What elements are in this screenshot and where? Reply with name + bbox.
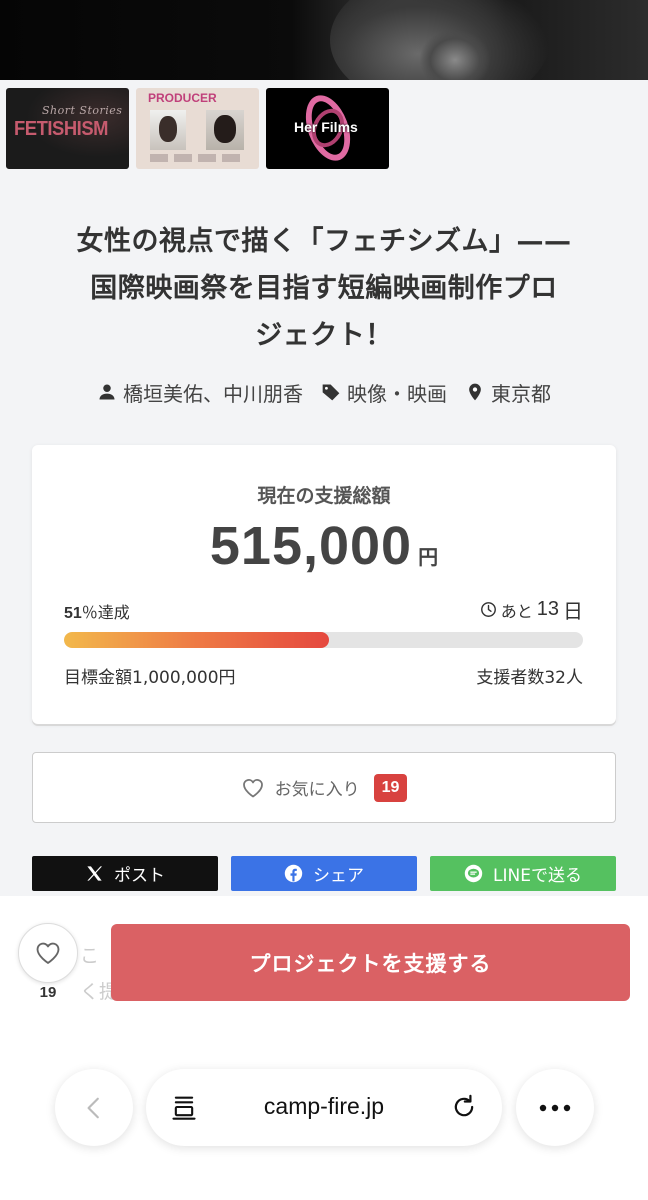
- favorite-count-badge: 19: [373, 773, 408, 802]
- line-icon: [464, 864, 483, 883]
- thumbnail-producer[interactable]: PRODUCER: [136, 88, 259, 169]
- project-category[interactable]: 映像・映画: [321, 378, 447, 407]
- share-x-button[interactable]: ポスト: [32, 856, 218, 891]
- heart-icon: [242, 778, 263, 797]
- producer-photo: [206, 110, 244, 150]
- browser-more-button[interactable]: [516, 1069, 594, 1146]
- more-icon: [539, 1104, 571, 1111]
- project-title-line: 国際映画祭を目指す短編映画制作プロ: [90, 273, 558, 304]
- favorite-heart-count: 19: [39, 984, 57, 1001]
- project-title: 女性の視点で描く「フェチシズム」—— 国際映画祭を目指す短編映画制作プロ ジェク…: [20, 218, 628, 359]
- project-category-text: 映像・映画: [347, 381, 447, 406]
- thumbnail-title: Her Films: [294, 119, 358, 135]
- favorite-heart-button[interactable]: [18, 923, 78, 983]
- funding-amount-value: 515,000: [209, 516, 413, 576]
- favorite-button[interactable]: お気に入り 19: [32, 752, 616, 823]
- clock-icon: [480, 602, 496, 617]
- facebook-icon: [284, 864, 303, 883]
- obscured-text-line: こ: [80, 945, 100, 967]
- project-owners-text: 橋垣美佑、中川朋香: [123, 381, 303, 406]
- hero-shape: [420, 30, 490, 80]
- share-facebook-button[interactable]: シェア: [231, 856, 417, 891]
- share-facebook-label: シェア: [313, 866, 364, 886]
- thumbnail-title: FETISHISM: [14, 118, 108, 140]
- project-location-text: 東京都: [491, 381, 551, 406]
- remaining-prefix: あと: [500, 601, 533, 621]
- x-logo-icon: [87, 866, 103, 881]
- user-icon: [99, 384, 115, 400]
- remaining-days: 13: [536, 598, 559, 620]
- browser-back-button[interactable]: [55, 1069, 133, 1146]
- share-x-label: ポスト: [114, 866, 165, 886]
- browser-address-bar[interactable]: camp-fire.jp: [146, 1069, 502, 1146]
- remaining-suffix: 日: [563, 601, 583, 623]
- goal-amount: 目標金額1,000,000円: [64, 668, 236, 688]
- sticky-support-bar: こ く提 19 プロジェクトを支援する: [0, 896, 648, 1200]
- project-title-line: 女性の視点で描く「フェチシズム」——: [76, 226, 572, 257]
- heart-icon: [36, 942, 60, 964]
- thumbnail-fetishism[interactable]: Short Stories FETISHISM: [6, 88, 129, 169]
- progress-bar: [64, 632, 583, 648]
- funding-label: 現在の支援総額: [257, 485, 391, 507]
- backer-count: 支援者数32人: [476, 668, 583, 688]
- funding-currency: 円: [418, 545, 439, 569]
- producer-photo: [150, 110, 186, 150]
- thumbnail-title: PRODUCER: [148, 91, 217, 105]
- thumbnail-caption-lines: [150, 154, 246, 162]
- favorite-label: お気に入り: [274, 780, 360, 800]
- project-owners[interactable]: 橋垣美佑、中川朋香: [97, 378, 303, 407]
- tag-icon: [322, 384, 340, 401]
- project-location[interactable]: 東京都: [465, 378, 551, 407]
- thumbnail-script-text: Short Stories: [42, 104, 123, 117]
- funding-percent-value: 51: [64, 605, 82, 622]
- project-title-line: ジェクト！: [255, 320, 393, 351]
- share-line-button[interactable]: LINEで送る: [430, 856, 616, 891]
- support-project-button[interactable]: プロジェクトを支援する: [111, 924, 630, 1001]
- reload-icon[interactable]: [450, 1093, 478, 1121]
- funding-percent-suffix: ％達成: [81, 603, 130, 622]
- chevron-left-icon: [87, 1097, 99, 1118]
- browser-url: camp-fire.jp: [263, 1093, 385, 1119]
- share-line-label: LINEで送る: [493, 866, 582, 886]
- thumbnail-strip: Short Stories FETISHISM PRODUCER Her Fil…: [6, 88, 389, 170]
- progress-bar-fill: [64, 632, 329, 648]
- pin-icon: [469, 383, 481, 401]
- remaining-time: あと 13 日: [480, 595, 583, 624]
- funding-card: 現在の支援総額 515,000 円 51％達成 あと 13 日 目標金額1,000,0…: [32, 445, 616, 724]
- funding-percent: 51％達成: [64, 599, 130, 623]
- hero-image: [0, 0, 648, 80]
- thumbnail-her-films[interactable]: Her Films: [266, 88, 389, 169]
- project-meta: 橋垣美佑、中川朋香 映像・映画 東京都: [0, 374, 648, 410]
- funding-amount: 515,000 円: [32, 515, 616, 577]
